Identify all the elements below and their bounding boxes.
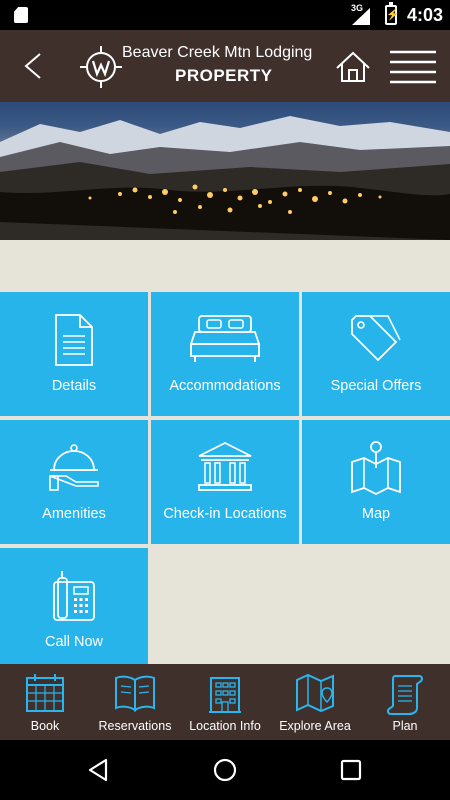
tile-call-now[interactable]: Call Now xyxy=(0,548,148,664)
nav-label-explore-area: Explore Area xyxy=(279,719,351,733)
tile-special-offers[interactable]: Special Offers xyxy=(302,292,450,416)
nav-label-location-info: Location Info xyxy=(189,719,261,733)
bed-icon xyxy=(189,315,261,362)
book-icon xyxy=(115,675,155,712)
mountain-village-photo xyxy=(0,116,450,240)
map-icon xyxy=(296,673,334,713)
back-button[interactable] xyxy=(14,46,54,86)
battery-icon xyxy=(385,2,400,25)
nav-item-location-info[interactable]: Location Info xyxy=(180,664,270,740)
header-title: Beaver Creek Mtn Lodging xyxy=(122,44,313,61)
nav-label-plan: Plan xyxy=(392,719,418,733)
status-time: 4:03 xyxy=(407,5,444,25)
bottom-nav-bar: Book Reservations Location Info Explore … xyxy=(0,664,450,740)
tile-amenities-label: Amenities xyxy=(42,506,106,522)
nav-label-book: Book xyxy=(30,719,60,733)
nav-item-book[interactable]: Book xyxy=(0,664,90,740)
tile-call-now-label: Call Now xyxy=(44,634,103,650)
tag-icon xyxy=(351,315,401,362)
brand-logo xyxy=(80,46,122,88)
nav-label-reservations: Reservations xyxy=(98,719,172,733)
tile-accommodations-label: Accommodations xyxy=(169,378,281,394)
status-bar: 3G 4:03 xyxy=(0,0,450,30)
tile-accommodations[interactable]: Accommodations xyxy=(151,292,299,416)
tile-special-offers-label: Special Offers xyxy=(330,378,422,394)
system-navigation-bar xyxy=(0,740,450,800)
tile-map[interactable]: Map xyxy=(302,420,450,544)
sd-card-icon xyxy=(14,7,28,23)
nav-item-plan[interactable]: Plan xyxy=(360,664,450,740)
service-bell-icon xyxy=(49,444,99,491)
nav-item-reservations[interactable]: Reservations xyxy=(90,664,180,740)
tile-amenities[interactable]: Amenities xyxy=(0,420,148,544)
system-back-icon[interactable] xyxy=(86,757,112,783)
chevron-left-icon xyxy=(24,53,41,79)
system-recents-icon[interactable] xyxy=(338,757,364,783)
nav-item-explore-area[interactable]: Explore Area xyxy=(270,664,360,740)
home-button[interactable] xyxy=(334,48,372,86)
phone-icon xyxy=(53,571,95,621)
scroll-icon xyxy=(386,675,424,715)
header-subtitle: PROPERTY xyxy=(175,66,273,85)
hero-image-mountain-village xyxy=(0,102,450,240)
tile-details[interactable]: Details xyxy=(0,292,148,416)
tile-check-in-locations-label: Check-in Locations xyxy=(163,506,287,522)
network-type: 3G xyxy=(351,3,364,13)
tile-details-label: Details xyxy=(51,378,97,394)
map-pin-icon xyxy=(351,441,401,496)
home-icon xyxy=(336,51,370,82)
building-columns-icon xyxy=(198,441,252,491)
calendar-icon xyxy=(26,674,64,712)
tile-map-label: Map xyxy=(361,506,391,522)
document-icon xyxy=(55,314,93,366)
hamburger-menu-icon xyxy=(390,50,436,84)
building-icon xyxy=(209,677,241,713)
tile-check-in-locations[interactable]: Check-in Locations xyxy=(151,420,299,544)
system-home-icon[interactable] xyxy=(212,757,238,783)
menu-button[interactable] xyxy=(388,47,438,85)
app-header: Beaver Creek Mtn Lodging PROPERTY xyxy=(0,30,450,102)
